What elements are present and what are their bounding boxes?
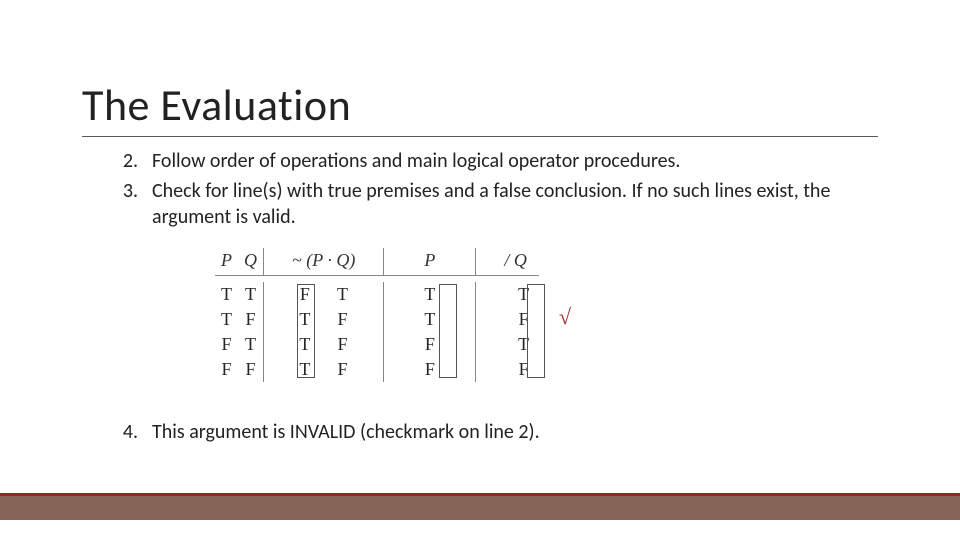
page-title: The Evaluation — [82, 78, 351, 132]
table-row: T T F T T T — [215, 282, 539, 307]
col-header-Q: Q — [238, 248, 264, 276]
footer-bar — [0, 496, 960, 520]
cell-P2: T — [384, 282, 476, 307]
cell-neg: F — [264, 282, 324, 307]
list-item: 3. Check for line(s) with true premises … — [110, 178, 870, 230]
table-row: F T T F F T — [215, 332, 539, 357]
cell-conj: F — [324, 357, 384, 382]
title-underline — [82, 136, 878, 137]
table-header-row: P Q ~ (P · Q) P / Q — [215, 248, 539, 276]
numbered-list: 2. Follow order of operations and main l… — [110, 148, 870, 234]
slide: The Evaluation 2. Follow order of operat… — [0, 0, 960, 540]
cell-Q: F — [238, 357, 264, 382]
cell-conclQ: F — [476, 307, 539, 332]
list-number: 2. — [110, 148, 138, 174]
cell-P2: F — [384, 332, 476, 357]
cell-Q: F — [238, 307, 264, 332]
col-header-neg: ~ (P · Q) — [264, 248, 384, 276]
list-item: 2. Follow order of operations and main l… — [110, 148, 870, 174]
cell-neg: T — [264, 357, 324, 382]
truth-table-grid: P Q ~ (P · Q) P / Q T T F T T T T F T F … — [215, 248, 539, 382]
cell-conclQ: T — [476, 282, 539, 307]
cell-P: T — [215, 282, 238, 307]
table-row: T F T F T F — [215, 307, 539, 332]
cell-P2: F — [384, 357, 476, 382]
list-number: 4. — [110, 420, 138, 444]
list-number: 3. — [110, 178, 138, 230]
cell-conclQ: F — [476, 357, 539, 382]
cell-P: F — [215, 332, 238, 357]
cell-P: F — [215, 357, 238, 382]
col-header-P: P — [215, 248, 238, 276]
checkmark-icon: √ — [559, 304, 571, 330]
list-text: This argument is INVALID (checkmark on l… — [152, 420, 870, 444]
cell-P2: T — [384, 307, 476, 332]
cell-Q: T — [238, 282, 264, 307]
list-text: Follow order of operations and main logi… — [152, 148, 870, 174]
cell-Q: T — [238, 332, 264, 357]
cell-conclQ: T — [476, 332, 539, 357]
truth-table: P Q ~ (P · Q) P / Q T T F T T T T F T F … — [215, 248, 539, 382]
list-item: 4. This argument is INVALID (checkmark o… — [110, 420, 870, 444]
col-header-conclQ: / Q — [476, 248, 539, 276]
cell-neg: T — [264, 307, 324, 332]
cell-conj: T — [324, 282, 384, 307]
col-header-P2: P — [384, 248, 476, 276]
list-text: Check for line(s) with true premises and… — [152, 178, 870, 230]
table-row: F F T F F F — [215, 357, 539, 382]
cell-P: T — [215, 307, 238, 332]
cell-neg: T — [264, 332, 324, 357]
cell-conj: F — [324, 307, 384, 332]
cell-conj: F — [324, 332, 384, 357]
